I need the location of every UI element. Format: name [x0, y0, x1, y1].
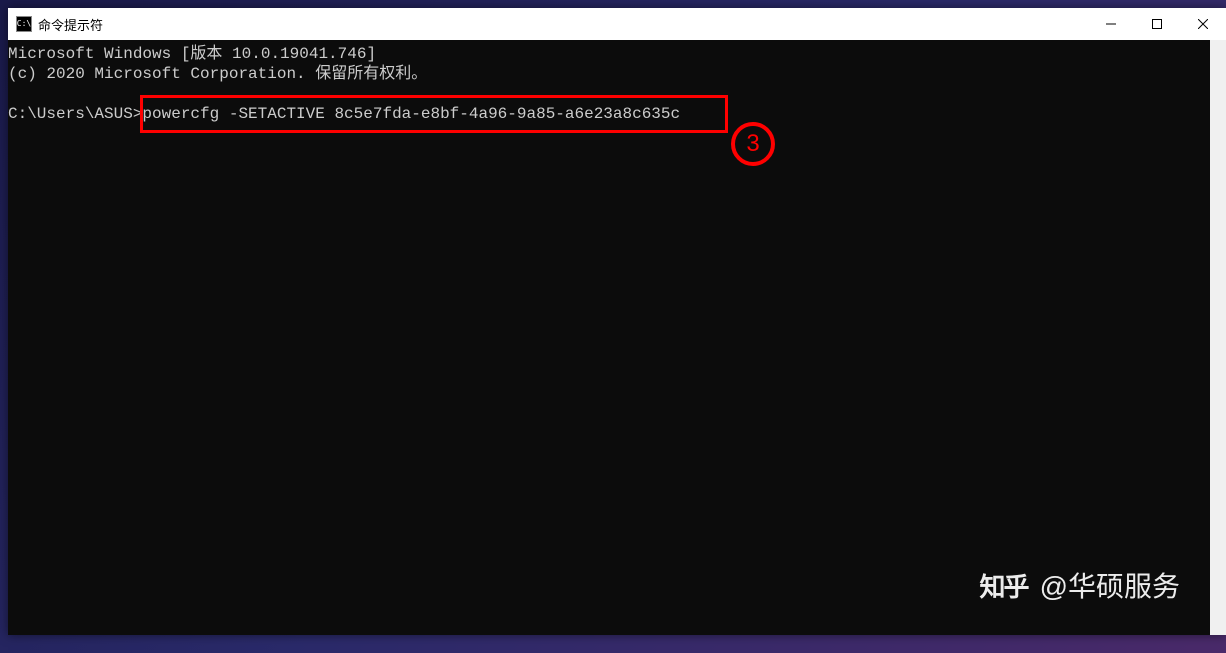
scrollbar-up-button[interactable]	[1210, 40, 1226, 57]
prompt-text: C:\Users\ASUS>	[8, 104, 142, 124]
titlebar[interactable]: C:\ 命令提示符	[8, 8, 1226, 40]
minimize-button[interactable]	[1088, 8, 1134, 40]
scrollbar-thumb[interactable]	[1210, 57, 1226, 618]
watermark-author: @华硕服务	[1040, 565, 1180, 605]
prompt-line: C:\Users\ASUS>powercfg -SETACTIVE 8c5e7f…	[8, 104, 1210, 124]
console-output-area[interactable]: Microsoft Windows [版本 10.0.19041.746] (c…	[8, 40, 1226, 635]
maximize-button[interactable]	[1134, 8, 1180, 40]
minimize-icon	[1106, 19, 1116, 29]
copyright-line: (c) 2020 Microsoft Corporation. 保留所有权利。	[8, 64, 1210, 84]
cmd-icon: C:\	[16, 16, 32, 32]
close-icon	[1198, 19, 1208, 29]
command-prompt-window: C:\ 命令提示符 Microsoft Windows [版本 1	[8, 8, 1226, 635]
watermark: 知乎 @华硕服务	[980, 565, 1180, 605]
version-line: Microsoft Windows [版本 10.0.19041.746]	[8, 44, 1210, 64]
zhihu-logo: 知乎	[980, 567, 1028, 604]
window-controls	[1088, 8, 1226, 40]
close-button[interactable]	[1180, 8, 1226, 40]
command-text: powercfg -SETACTIVE 8c5e7fda-e8bf-4a96-9…	[142, 104, 680, 124]
annotation-step-badge: 3	[731, 122, 775, 166]
chevron-up-icon	[1214, 45, 1222, 53]
scrollbar-down-button[interactable]	[1210, 618, 1226, 635]
annotation-number: 3	[746, 130, 759, 158]
maximize-icon	[1152, 19, 1162, 29]
vertical-scrollbar[interactable]	[1210, 40, 1226, 635]
window-title: 命令提示符	[38, 15, 1088, 34]
chevron-down-icon	[1214, 623, 1222, 631]
